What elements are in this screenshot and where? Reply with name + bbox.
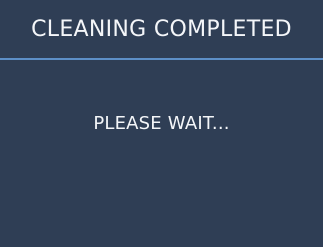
status-screen: CLEANING COMPLETED PLEASE WAIT... [0,0,323,247]
title-bar: CLEANING COMPLETED [0,0,323,58]
title-divider [0,58,323,60]
message-area: PLEASE WAIT... [0,108,323,138]
screen-title: CLEANING COMPLETED [31,16,292,42]
status-message: PLEASE WAIT... [93,112,230,134]
